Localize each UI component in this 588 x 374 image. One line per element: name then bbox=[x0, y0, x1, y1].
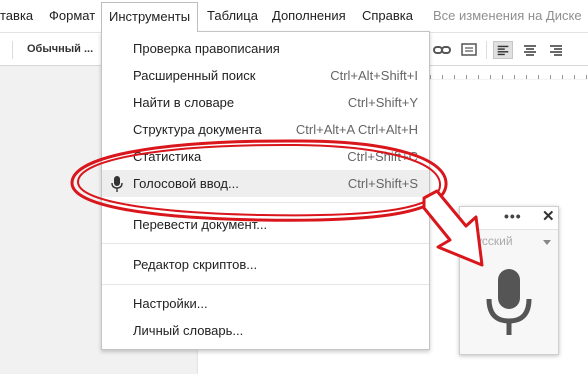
menu-divider bbox=[102, 202, 429, 203]
ruler[interactable] bbox=[430, 66, 588, 81]
ruler-ticks bbox=[430, 75, 588, 79]
menu-item-label: Расширенный поиск bbox=[133, 68, 256, 83]
menu-item-research[interactable]: Расширенный поиск Ctrl+Alt+Shift+I bbox=[102, 62, 429, 89]
menu-item-label: Найти в словаре bbox=[133, 95, 235, 110]
toolbar-divider bbox=[486, 41, 487, 59]
menu-item-voice-typing[interactable]: Голосовой ввод... Ctrl+Shift+S bbox=[102, 170, 429, 197]
voice-typing-panel: ••• ✕ Русский bbox=[459, 206, 559, 355]
chevron-down-icon[interactable] bbox=[543, 240, 551, 245]
language-select[interactable]: Русский bbox=[468, 234, 513, 248]
menu-item-label: Проверка правописания bbox=[133, 41, 280, 56]
menu-item-shortcut: Ctrl+Shift+C bbox=[347, 149, 418, 164]
more-dots-icon[interactable]: ••• bbox=[504, 208, 522, 224]
menu-item-shortcut: Ctrl+Alt+Shift+I bbox=[330, 68, 418, 83]
menu-item-label: Настройки... bbox=[133, 296, 208, 311]
menu-item-label: Перевести документ... bbox=[133, 217, 268, 232]
menu-divider bbox=[102, 284, 429, 285]
menu-insert[interactable]: тавка bbox=[0, 0, 33, 32]
close-icon[interactable]: ✕ bbox=[542, 207, 555, 225]
microphone-icon bbox=[111, 176, 123, 192]
menu-item-label: Структура документа bbox=[133, 122, 262, 137]
toolbar-divider bbox=[12, 41, 13, 59]
menu-item-label: Личный словарь... bbox=[133, 323, 244, 338]
menu-item-shortcut: Ctrl+Alt+A Ctrl+Alt+H bbox=[295, 122, 418, 137]
menu-item-shortcut: Ctrl+Shift+Y bbox=[347, 95, 418, 110]
align-center-icon[interactable] bbox=[520, 41, 540, 59]
voice-panel-header[interactable]: ••• ✕ bbox=[460, 207, 558, 230]
menu-item-outline[interactable]: Структура документа Ctrl+Alt+A Ctrl+Alt+… bbox=[102, 116, 429, 143]
menu-format[interactable]: Формат bbox=[49, 0, 95, 32]
menu-item-script-editor[interactable]: Редактор скриптов... bbox=[102, 251, 429, 278]
menu-item-label: Статистика bbox=[133, 149, 202, 164]
align-right-icon[interactable] bbox=[546, 41, 566, 59]
align-left-icon[interactable] bbox=[493, 41, 513, 59]
menu-item-word-count[interactable]: Статистика Ctrl+Shift+C bbox=[102, 143, 429, 170]
microphone-icon[interactable] bbox=[486, 269, 532, 335]
menu-item-translate[interactable]: Перевести документ... bbox=[102, 211, 429, 238]
tools-menu: Проверка правописания Расширенный поиск … bbox=[101, 31, 430, 350]
link-icon[interactable] bbox=[432, 41, 452, 59]
menu-item-define[interactable]: Найти в словаре Ctrl+Shift+Y bbox=[102, 89, 429, 116]
menu-item-spelling[interactable]: Проверка правописания bbox=[102, 35, 429, 62]
menu-item-label: Редактор скриптов... bbox=[133, 257, 258, 272]
menu-item-shortcut: Ctrl+Shift+S bbox=[347, 176, 418, 191]
menu-tools[interactable]: Инструменты bbox=[101, 2, 199, 32]
save-status: Все изменения на Диске bbox=[433, 8, 582, 23]
menu-item-personal-dictionary[interactable]: Личный словарь... bbox=[102, 317, 429, 344]
menu-addons[interactable]: Дополнения bbox=[272, 0, 346, 32]
menu-help[interactable]: Справка bbox=[362, 0, 413, 32]
menu-item-label: Голосовой ввод... bbox=[133, 176, 239, 191]
menu-table[interactable]: Таблица bbox=[207, 0, 258, 32]
menu-item-preferences[interactable]: Настройки... bbox=[102, 290, 429, 317]
comment-icon[interactable] bbox=[459, 41, 479, 59]
menu-bar: тавка Формат Инструменты Таблица Дополне… bbox=[0, 0, 588, 32]
menu-divider bbox=[102, 243, 429, 244]
paragraph-style-select[interactable]: Обычный ... bbox=[27, 43, 93, 55]
